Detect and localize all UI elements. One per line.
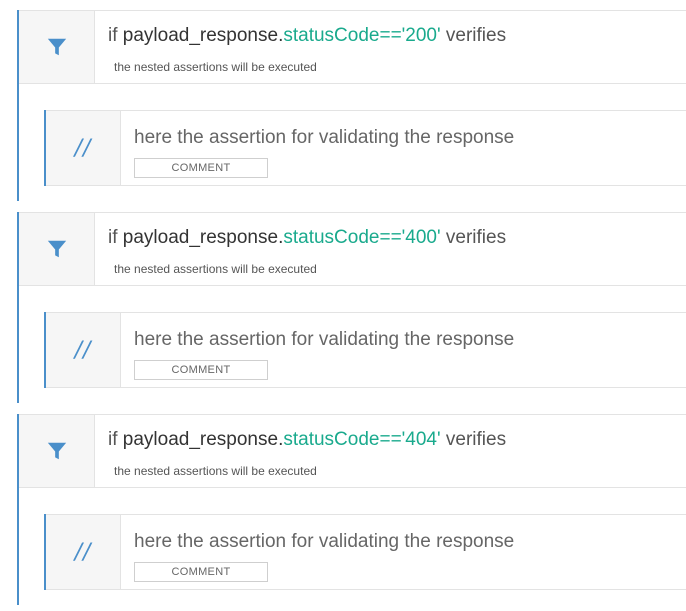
if-step-subtitle: the nested assertions will be executed: [114, 262, 317, 276]
if-step-icon-cell[interactable]: [19, 415, 95, 487]
comment-text: here the assertion for validating the re…: [134, 127, 515, 148]
comment-step-row[interactable]: // here the assertion for validating the…: [44, 312, 686, 388]
filter-icon: [47, 38, 66, 56]
verifies-keyword: verifies: [440, 227, 507, 248]
if-keyword: if: [108, 25, 123, 46]
if-step-row[interactable]: if payload_response.statusCode=='200' ve…: [19, 10, 686, 84]
if-step-title: if payload_response.statusCode=='200' ve…: [108, 25, 506, 47]
if-step-row[interactable]: if payload_response.statusCode=='400' ve…: [19, 212, 686, 286]
verifies-keyword: verifies: [440, 25, 507, 46]
comment-text: here the assertion for validating the re…: [134, 329, 515, 350]
if-block: if payload_response.statusCode=='404' ve…: [0, 414, 686, 605]
if-keyword: if: [108, 227, 123, 248]
filter-icon: [47, 240, 66, 258]
condition-variable: payload_response.: [122, 227, 284, 248]
if-block: if payload_response.statusCode=='200' ve…: [0, 10, 686, 201]
if-step-row[interactable]: if payload_response.statusCode=='404' ve…: [19, 414, 686, 488]
if-step-icon-cell[interactable]: [19, 11, 95, 83]
comment-step-row[interactable]: // here the assertion for validating the…: [44, 514, 686, 590]
if-step-title: if payload_response.statusCode=='400' ve…: [108, 227, 506, 249]
if-keyword: if: [108, 429, 123, 450]
verifies-keyword: verifies: [440, 429, 507, 450]
comment-step-row[interactable]: // here the assertion for validating the…: [44, 110, 686, 186]
condition-variable: payload_response.: [122, 25, 284, 46]
condition-expression: statusCode=='404': [283, 429, 441, 450]
assertion-list: if payload_response.statusCode=='200' ve…: [0, 0, 686, 611]
comment-slashes-icon[interactable]: //: [46, 313, 121, 387]
condition-expression: statusCode=='200': [283, 25, 441, 46]
if-block: if payload_response.statusCode=='400' ve…: [0, 212, 686, 403]
comment-badge: COMMENT: [134, 158, 268, 178]
comment-badge: COMMENT: [134, 360, 268, 380]
comment-badge: COMMENT: [134, 562, 268, 582]
condition-expression: statusCode=='400': [283, 227, 441, 248]
comment-slashes-icon[interactable]: //: [46, 515, 121, 589]
if-step-subtitle: the nested assertions will be executed: [114, 464, 317, 478]
filter-icon: [47, 442, 66, 460]
comment-text: here the assertion for validating the re…: [134, 531, 515, 552]
if-step-title: if payload_response.statusCode=='404' ve…: [108, 429, 506, 451]
if-step-subtitle: the nested assertions will be executed: [114, 60, 317, 74]
condition-variable: payload_response.: [122, 429, 284, 450]
if-step-icon-cell[interactable]: [19, 213, 95, 285]
comment-slashes-icon[interactable]: //: [46, 111, 121, 185]
